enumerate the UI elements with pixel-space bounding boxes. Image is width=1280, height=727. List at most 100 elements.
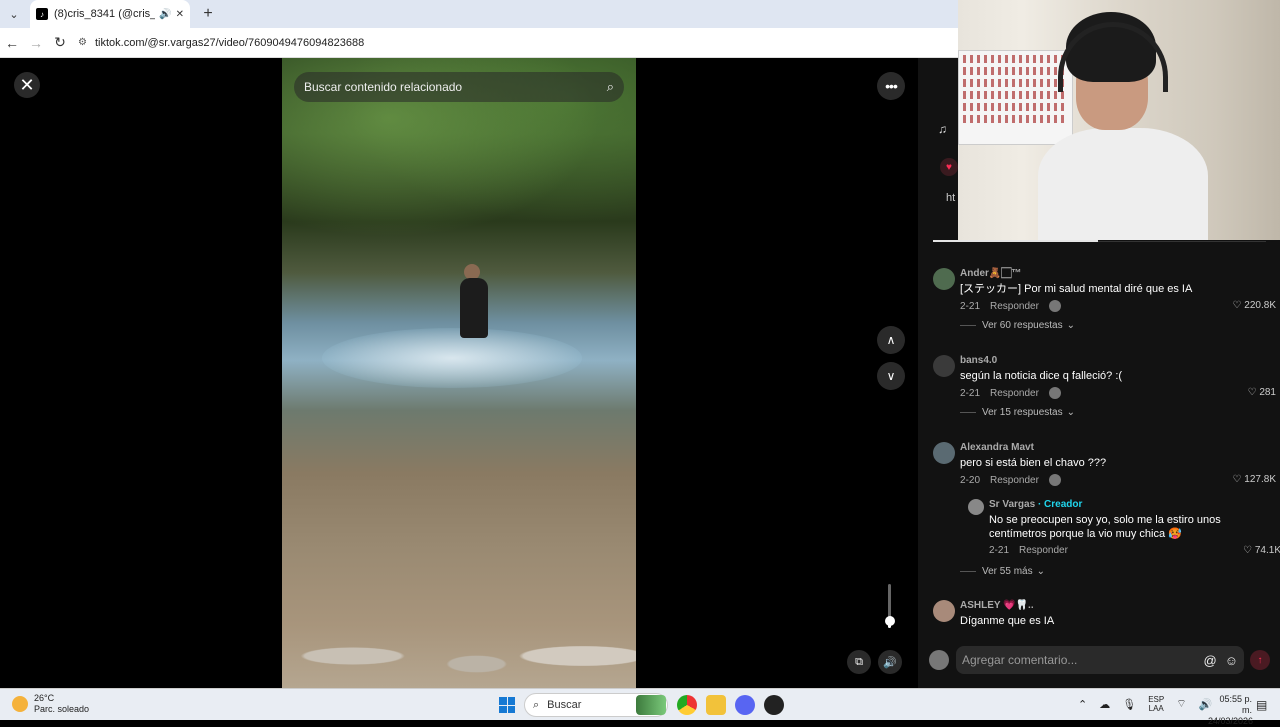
divider: [960, 571, 976, 572]
chevron-up-icon[interactable]: ⌃: [1078, 698, 1087, 711]
like-count-value: 220.8K: [1244, 300, 1276, 311]
avatar[interactable]: [929, 650, 949, 670]
reply-text: No se preocupen soy yo, solo me la estir…: [989, 514, 1221, 540]
comment-username[interactable]: Ander🧸🏻™: [960, 268, 1278, 279]
weather-widget[interactable]: 26°C Parc. soleado: [12, 693, 89, 715]
comment-username[interactable]: Alexandra Mavt: [960, 442, 1278, 453]
view-replies-button[interactable]: Ver 60 respuestas ⌄: [960, 320, 1278, 331]
video-frame-person: [460, 278, 488, 338]
comment-text: Díganme que es IA: [960, 615, 1055, 627]
next-video-button[interactable]: ∨: [877, 362, 905, 390]
taskbar: 26°C Parc. soleado ⌕ Buscar ⌃ ☁ 🎙 ESP LA…: [0, 688, 1280, 726]
creator-liked-badge: [1048, 387, 1061, 399]
like-count[interactable]: ♡ 281: [1248, 387, 1276, 398]
clock-time: 05:55 p. m.: [1219, 694, 1252, 715]
previous-video-button[interactable]: ∧: [877, 326, 905, 354]
reply-username[interactable]: Sr Vargas: [989, 499, 1035, 510]
close-viewer-button[interactable]: ✕: [14, 72, 40, 98]
related-search-input[interactable]: Buscar contenido relacionado ⌕: [294, 72, 624, 102]
pip-button[interactable]: ⧉: [847, 650, 871, 674]
like-count-value: 281: [1259, 387, 1276, 398]
avatar[interactable]: [933, 600, 955, 622]
avatar[interactable]: [933, 268, 955, 290]
video-frame-rocks: [282, 608, 636, 688]
browser-tab-active[interactable]: ♪ (8)cris_8341 (@cris_8341) | T 🔊 ✕: [30, 0, 190, 28]
like-count[interactable]: ♡ 74.1K: [1243, 545, 1280, 556]
network-tray-icon[interactable]: ☁: [1099, 698, 1110, 711]
view-replies-label: Ver 60 respuestas: [982, 320, 1063, 331]
volume-slider-handle[interactable]: [885, 616, 895, 626]
volume-button[interactable]: 🔊: [878, 650, 902, 674]
webcam-overlay: [958, 0, 1280, 240]
forward-button[interactable]: →: [24, 35, 48, 51]
send-comment-button[interactable]: ↑: [1250, 650, 1270, 670]
view-replies-button[interactable]: Ver 15 respuestas ⌄: [960, 407, 1278, 418]
app-icon[interactable]: [764, 695, 784, 715]
site-info-icon[interactable]: ⚙: [78, 37, 87, 48]
language-indicator[interactable]: ESP LAA: [1148, 695, 1164, 713]
comment-text: según la noticia dice q falleció? :(: [960, 370, 1123, 382]
music-note-icon: ♫: [938, 122, 947, 136]
like-count[interactable]: ♡ 220.8K: [1233, 300, 1276, 311]
video-player[interactable]: [282, 58, 636, 688]
like-count[interactable]: ♡ 127.8K: [1233, 474, 1276, 485]
emoji-icon[interactable]: ☺: [1225, 653, 1238, 668]
reply-button[interactable]: Responder: [990, 475, 1039, 486]
avatar[interactable]: [933, 355, 955, 377]
language-code: ESP: [1148, 695, 1165, 704]
back-button[interactable]: ←: [0, 35, 24, 51]
comment-input-placeholder: Agregar comentario...: [962, 653, 1078, 667]
video-frame-splash: [322, 328, 582, 388]
view-replies-label: Ver 15 respuestas: [982, 407, 1063, 418]
microphone-icon[interactable]: 🎙: [1122, 698, 1136, 711]
chrome-icon[interactable]: [677, 695, 697, 715]
browser-toolbar: ← → ↻ ⚙ tiktok.com/@sr.vargas27/video/76…: [0, 28, 960, 58]
reply-date: 2-21: [989, 545, 1010, 556]
file-explorer-icon[interactable]: [706, 695, 726, 715]
comment-composer: Agregar comentario... @ ☺ ↑: [918, 644, 1280, 678]
divider: [960, 325, 976, 326]
close-tab-icon[interactable]: ✕: [176, 9, 184, 20]
more-options-button[interactable]: •••: [877, 72, 905, 100]
search-icon[interactable]: ⌕: [607, 79, 614, 95]
reply-button[interactable]: Responder: [1019, 545, 1068, 556]
clock[interactable]: 05:55 p. m. 24/03/2026: [1208, 694, 1254, 727]
wall-calendar: [958, 50, 1073, 145]
notification-icon[interactable]: ▤: [1256, 698, 1267, 712]
wifi-icon[interactable]: ⌔: [1176, 697, 1186, 711]
view-more-replies-button[interactable]: Ver 55 más ⌄: [960, 566, 1045, 577]
creator-label: · Creador: [1037, 499, 1083, 510]
tiktok-icon: ♪: [36, 8, 48, 20]
creator-liked-badge: [1048, 474, 1061, 486]
windows-start-icon[interactable]: [499, 697, 515, 713]
speaker-icon[interactable]: 🔊: [159, 9, 171, 20]
divider: [960, 412, 976, 413]
comment-username[interactable]: bans4.0: [960, 355, 1278, 366]
discord-icon[interactable]: [735, 695, 755, 715]
comment-text: [ステッカー] Por mi salud mental diré que es …: [960, 283, 1193, 295]
comment-date: 2-20: [960, 474, 981, 486]
webcam-person-shirt: [1038, 128, 1208, 240]
comment-username[interactable]: ASHLEY 💗🦷..: [960, 600, 1278, 611]
like-heart-icon[interactable]: ♥: [940, 158, 958, 176]
widget-icon[interactable]: [636, 695, 666, 715]
temperature: 26°C: [34, 693, 55, 703]
weather-sun-icon: [12, 696, 28, 712]
browser-tab-strip: ⌄ ♪ (8)cris_8341 (@cris_8341) | T 🔊 ✕ +: [0, 0, 960, 28]
url-text: tiktok.com/@sr.vargas27/video/7609049476…: [94, 36, 365, 49]
address-bar[interactable]: ⚙ tiktok.com/@sr.vargas27/video/76090494…: [78, 37, 364, 49]
reply-button[interactable]: Responder: [990, 388, 1039, 399]
comment-list[interactable]: Ander🧸🏻™ [ステッカー] Por mi salud mental dir…: [918, 258, 1280, 636]
reply-button[interactable]: Responder: [990, 301, 1039, 312]
avatar[interactable]: [968, 499, 984, 515]
reload-button[interactable]: ↻: [48, 34, 72, 51]
tab-list-button[interactable]: ⌄: [2, 2, 26, 26]
avatar[interactable]: [933, 442, 955, 464]
mention-icon[interactable]: @: [1204, 653, 1217, 668]
comment-input[interactable]: Agregar comentario... @ ☺: [956, 646, 1244, 674]
new-tab-button[interactable]: +: [198, 5, 218, 23]
clock-date: 24/03/2026: [1208, 716, 1254, 726]
chevron-down-icon: ⌄: [1066, 320, 1075, 331]
like-count-value: 74.1K: [1254, 545, 1280, 556]
creator-liked-badge: [1048, 300, 1061, 312]
